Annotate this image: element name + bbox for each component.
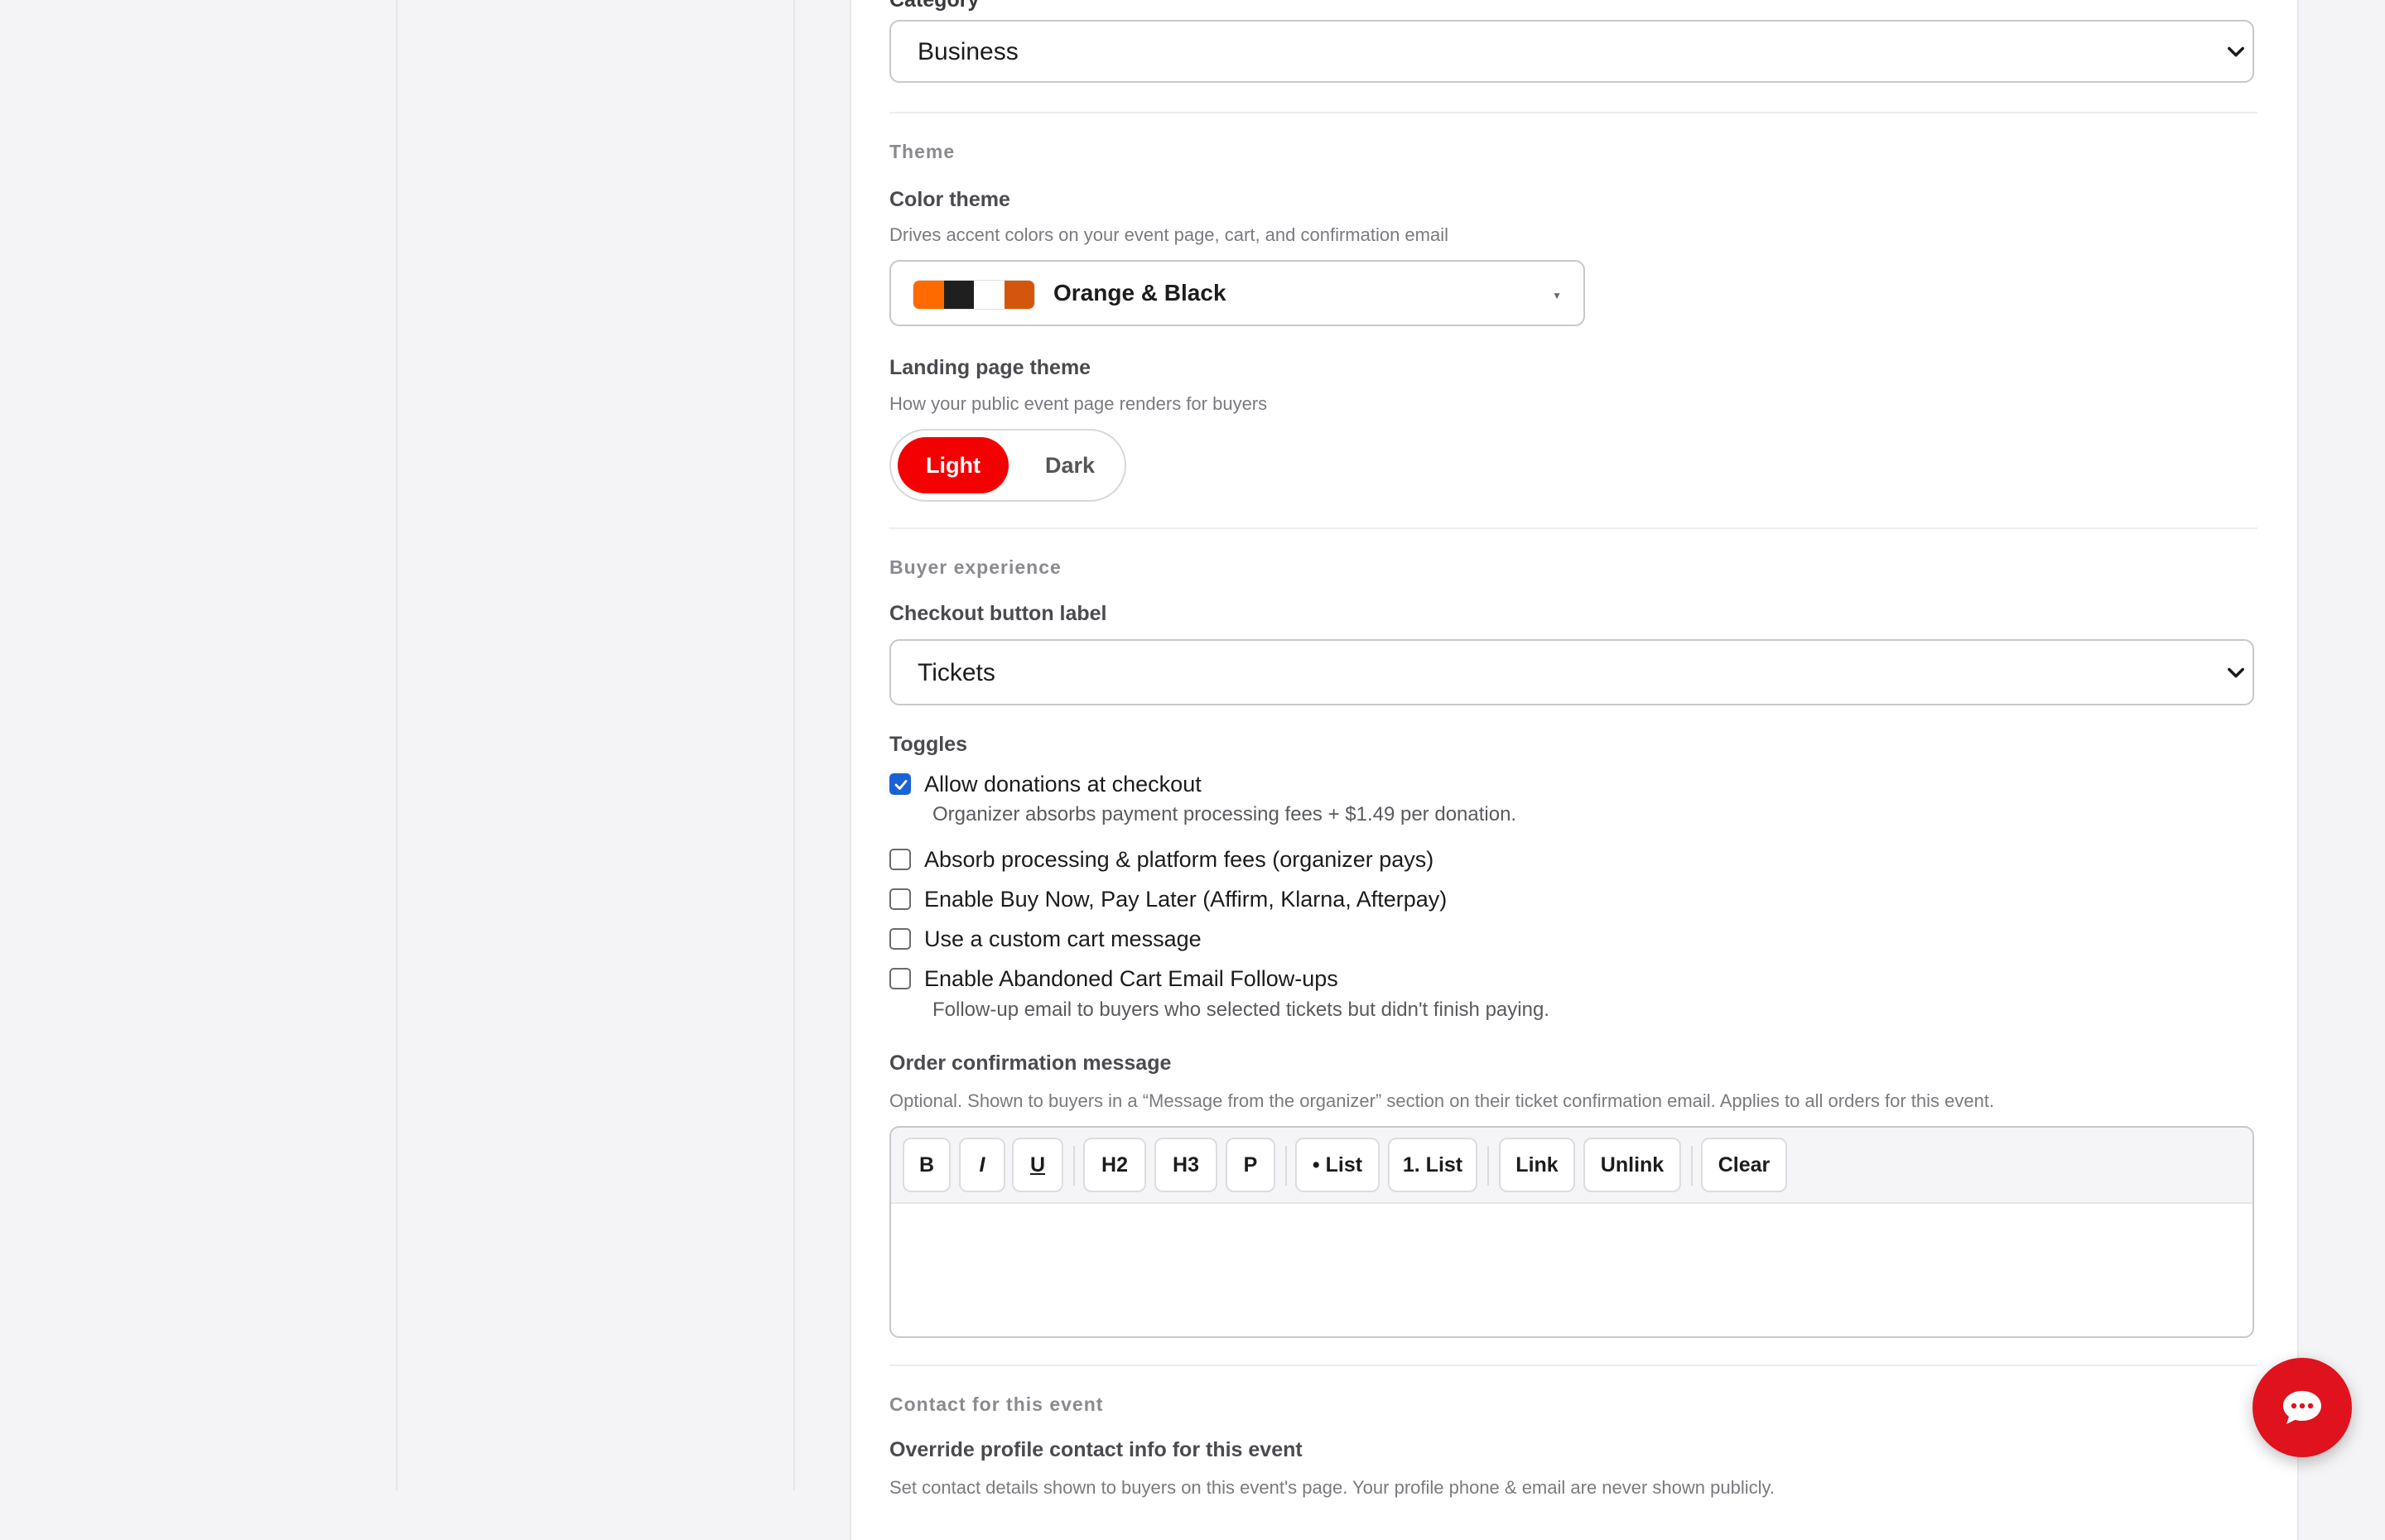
override-contact-label: Override profile contact info for this e…: [889, 1438, 1303, 1461]
toggle-help-abandoned-cart: Follow-up email to buyers who selected t…: [932, 999, 1549, 1021]
caret-down-icon: ▼: [1552, 290, 1562, 301]
toggle-help-donations: Organizer absorbs payment processing fee…: [932, 803, 1517, 825]
bold-button[interactable]: B: [903, 1138, 951, 1192]
link-button[interactable]: Link: [1499, 1138, 1575, 1192]
toggle-label: Allow donations at checkout: [924, 771, 1202, 796]
contact-section-title: Contact for this event: [889, 1393, 1104, 1415]
checkout-label-select[interactable]: Tickets: [889, 639, 2254, 705]
landing-theme-toggle: Light Dark: [889, 429, 1126, 502]
editor-toolbar: B I U H2 H3 P • List 1. List Link Unlink…: [891, 1128, 2252, 1204]
swatch-1: [913, 281, 944, 309]
theme-option-light[interactable]: Light: [898, 437, 1009, 493]
checkbox-checked[interactable]: [889, 773, 911, 795]
order-message-help: Optional. Shown to buyers in a “Message …: [889, 1090, 1995, 1111]
color-theme-help: Drives accent colors on your event page,…: [889, 224, 1448, 245]
toggle-label: Use a custom cart message: [924, 926, 1202, 951]
divider: [889, 1364, 2257, 1366]
swatch-2: [943, 281, 974, 309]
category-label: Category: [889, 0, 980, 12]
toolbar-separator: [1285, 1146, 1287, 1186]
italic-button[interactable]: I: [959, 1138, 1005, 1192]
toggle-label: Absorb processing & platform fees (organ…: [924, 846, 1434, 872]
toggle-bnpl[interactable]: Enable Buy Now, Pay Later (Affirm, Klarn…: [889, 885, 1447, 913]
toolbar-separator: [1073, 1146, 1075, 1186]
underline-button[interactable]: U: [1012, 1138, 1063, 1192]
chat-bubble-icon: [2283, 1391, 2321, 1424]
chevron-down-icon: [2228, 667, 2244, 678]
h2-button[interactable]: H2: [1083, 1138, 1146, 1192]
checkout-label-value: Tickets: [918, 659, 995, 686]
left-sidebar: [0, 0, 398, 1490]
toggle-allow-donations[interactable]: Allow donations at checkout: [889, 770, 1202, 798]
override-contact-help: Set contact details shown to buyers on t…: [889, 1477, 1775, 1498]
unlink-button[interactable]: Unlink: [1583, 1138, 1681, 1192]
toggle-label: Enable Abandoned Cart Email Follow-ups: [924, 965, 1338, 991]
checkout-label-label: Checkout button label: [889, 602, 1107, 625]
theme-option-dark[interactable]: Dark: [1024, 437, 1116, 493]
category-select[interactable]: Business: [889, 20, 2254, 83]
color-theme-select[interactable]: Orange & Black ▼: [889, 260, 1585, 326]
chevron-down-icon: [2228, 46, 2244, 57]
checkbox[interactable]: [889, 928, 911, 950]
h3-button[interactable]: H3: [1154, 1138, 1217, 1192]
checkbox[interactable]: [889, 968, 911, 989]
paragraph-button[interactable]: P: [1226, 1138, 1275, 1192]
checkbox[interactable]: [889, 849, 911, 870]
check-icon: [894, 780, 908, 790]
editor-content-area[interactable]: [891, 1204, 2252, 1336]
secondary-sidebar: [398, 0, 795, 1490]
toggle-label: Enable Buy Now, Pay Later (Affirm, Klarn…: [924, 886, 1448, 912]
theme-section-title: Theme: [889, 141, 956, 162]
chat-button[interactable]: [2252, 1358, 2352, 1457]
numbered-list-button[interactable]: 1. List: [1388, 1138, 1477, 1192]
clear-button[interactable]: Clear: [1701, 1138, 1787, 1192]
buyer-section-title: Buyer experience: [889, 556, 1062, 578]
toolbar-separator: [1487, 1146, 1489, 1186]
checkbox[interactable]: [889, 888, 911, 910]
color-theme-label: Color theme: [889, 188, 1010, 211]
toolbar-separator: [1691, 1146, 1693, 1186]
order-message-editor: B I U H2 H3 P • List 1. List Link Unlink…: [889, 1126, 2254, 1338]
toggle-custom-cart-message[interactable]: Use a custom cart message: [889, 925, 1202, 953]
order-message-label: Order confirmation message: [889, 1052, 1172, 1075]
toggle-absorb-fees[interactable]: Absorb processing & platform fees (organ…: [889, 845, 1433, 873]
color-swatches: [913, 280, 1035, 310]
landing-theme-label: Landing page theme: [889, 356, 1091, 379]
color-theme-value: Orange & Black: [1053, 280, 1226, 306]
swatch-4: [1004, 281, 1034, 309]
bullet-list-button[interactable]: • List: [1295, 1138, 1380, 1192]
divider: [889, 527, 2257, 529]
divider: [889, 112, 2257, 113]
toggles-title: Toggles: [889, 733, 967, 756]
toggle-abandoned-cart[interactable]: Enable Abandoned Cart Email Follow-ups: [889, 965, 1338, 993]
swatch-3: [974, 281, 1005, 309]
landing-theme-help: How your public event page renders for b…: [889, 393, 1268, 414]
category-value: Business: [918, 38, 1019, 65]
